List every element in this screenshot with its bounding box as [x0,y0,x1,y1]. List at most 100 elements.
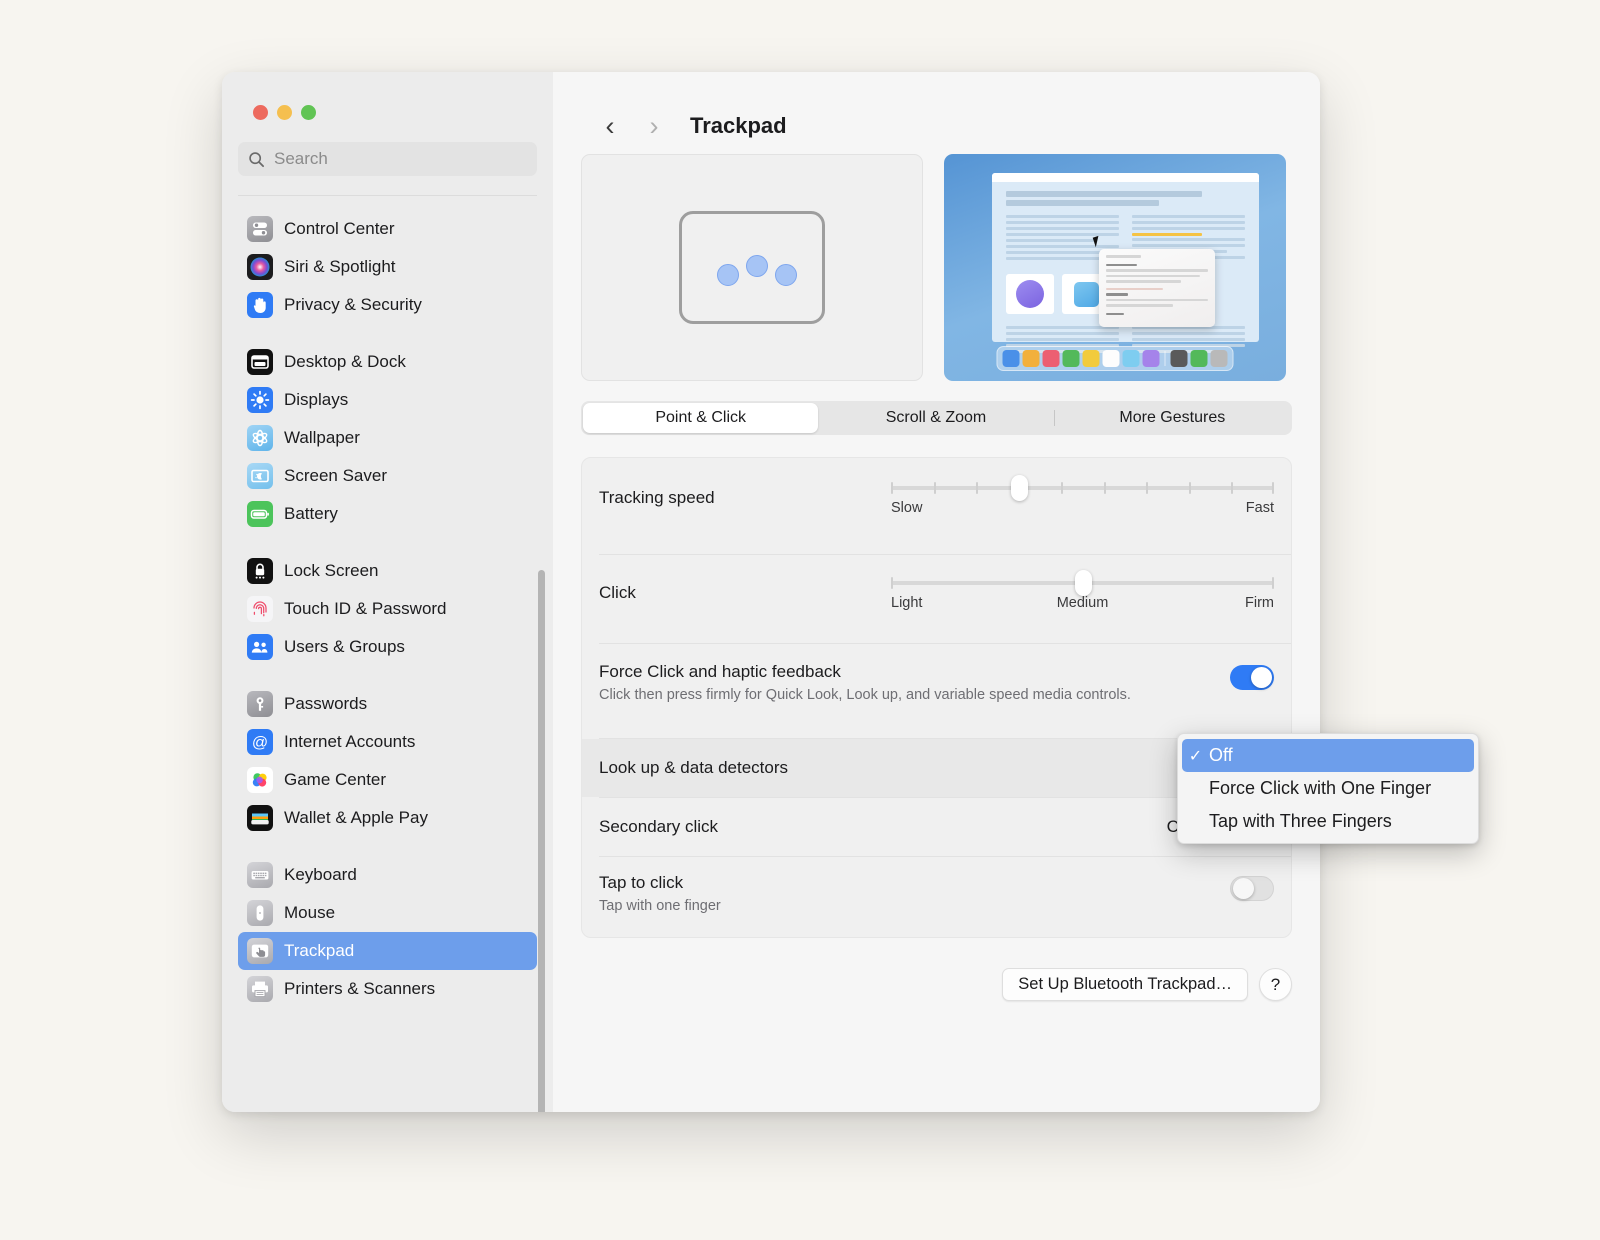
tab-more-gestures[interactable]: More Gestures [1055,403,1290,433]
sidebar-item-label: Internet Accounts [284,732,416,751]
sidebar-item-control-center[interactable]: Control Center [238,210,537,248]
sidebar: Search Control Center Siri & Spotlight P… [222,72,553,1112]
close-button[interactable] [253,105,268,120]
tracking-speed-slider[interactable]: Slow Fast [891,475,1275,528]
toggle-knob [1233,878,1254,899]
finger-dot [746,255,768,277]
sidebar-item-keyboard[interactable]: Keyboard [238,856,537,894]
row-tap-to-click: Tap to click Tap with one finger [582,857,1291,937]
sidebar-item-label: Mouse [284,903,336,922]
tracking-speed-label: Tracking speed [599,488,715,507]
look-up-preview-animation [944,154,1286,381]
sidebar-scrollbar[interactable] [538,570,545,1112]
sidebar-item-battery[interactable]: Battery [238,495,537,533]
sidebar-item-privacy-security[interactable]: Privacy & Security [238,286,537,324]
sidebar-item-label: Trackpad [284,941,355,960]
tab-label: More Gestures [1119,409,1226,426]
preview-dock [996,346,1234,371]
sidebar-item-trackpad[interactable]: Trackpad [238,932,537,970]
internet-accounts-icon: @ [247,729,273,755]
sidebar-item-passwords[interactable]: Passwords [238,685,537,723]
tab-point-and-click[interactable]: Point & Click [583,403,819,433]
tap-to-click-toggle[interactable] [1230,876,1274,901]
sidebar-item-wallpaper[interactable]: Wallpaper [238,419,537,457]
sidebar-item-printers-scanners[interactable]: Printers & Scanners [238,970,537,1008]
screen-saver-icon [247,463,273,489]
help-button[interactable]: ? [1259,968,1292,1001]
force-click-label: Force Click and haptic feedback [599,662,841,681]
svg-text:@: @ [252,735,268,752]
sidebar-item-users-groups[interactable]: Users & Groups [238,628,537,666]
slider-track[interactable] [891,475,1275,501]
search-input[interactable]: Search [238,142,537,176]
system-settings-window: Search Control Center Siri & Spotlight P… [222,72,1320,1112]
sidebar-item-lock-screen[interactable]: Lock Screen [238,552,537,590]
sidebar-item-label: Siri & Spotlight [284,257,396,276]
displays-icon [247,387,273,413]
sidebar-item-mouse[interactable]: Mouse [238,894,537,932]
footer-actions: Set Up Bluetooth Trackpad… ? [581,968,1292,1001]
slider-thumb[interactable] [1074,570,1092,596]
scale-max-label: Fast [1245,500,1274,516]
sidebar-item-label: Game Center [284,770,387,789]
printer-icon [247,976,273,1002]
sidebar-item-touch-id-password[interactable]: Touch ID & Password [238,590,537,628]
mouse-icon [247,900,273,926]
tab-scroll-and-zoom[interactable]: Scroll & Zoom [818,403,1053,433]
look-up-data-detectors-menu: ✓ Off Force Click with One Finger Tap wi… [1177,733,1479,844]
zoom-button[interactable] [301,105,316,120]
sidebar-group-3: Lock Screen Touch ID & Password Users & … [238,552,537,666]
row-tracking-speed: Tracking speed Slow Fast [582,458,1291,554]
trackpad-icon [247,938,273,964]
chevron-right-icon[interactable]: › [632,106,676,146]
sidebar-item-label: Touch ID & Password [284,599,447,618]
click-label: Click [599,583,636,602]
sidebar-item-label: Passwords [284,694,368,713]
scale-min-label: Slow [891,500,923,516]
sidebar-item-internet-accounts[interactable]: @ Internet Accounts [238,723,537,761]
preview-tile-circle [1006,274,1054,314]
secondary-click-label: Secondary click [599,817,719,836]
wallpaper-icon [247,425,273,451]
sidebar-item-label: Battery [284,504,338,523]
sidebar-item-siri-spotlight[interactable]: Siri & Spotlight [238,248,537,286]
sidebar-item-label: Wallet & Apple Pay [284,808,428,827]
sidebar-item-label: Lock Screen [284,561,379,580]
sidebar-item-displays[interactable]: Displays [238,381,537,419]
menu-item-force-click-one-finger[interactable]: Force Click with One Finger [1182,772,1474,805]
force-click-description: Click then press firmly for Quick Look, … [599,687,1131,703]
slider-track[interactable] [891,570,1275,596]
game-center-icon [247,767,273,793]
content-header: ‹ › Trackpad [581,72,1292,154]
sidebar-group-2: Desktop & Dock Displays Wallpaper Screen… [238,343,537,533]
sidebar-item-label: Control Center [284,219,395,238]
siri-icon [247,254,273,280]
sidebar-item-wallet-apple-pay[interactable]: Wallet & Apple Pay [238,799,537,837]
search-area: Search [222,120,553,196]
menu-item-tap-three-fingers[interactable]: Tap with Three Fingers [1182,805,1474,838]
checkmark-icon: ✓ [1188,747,1203,765]
keyboard-icon [247,862,273,888]
toggle-knob [1251,667,1272,688]
sidebar-item-label: Desktop & Dock [284,352,406,371]
desktop-dock-icon [247,349,273,375]
sidebar-item-screen-saver[interactable]: Screen Saver [238,457,537,495]
sidebar-item-game-center[interactable]: Game Center [238,761,537,799]
sidebar-nav: Control Center Siri & Spotlight Privacy … [222,196,553,1008]
search-placeholder: Search [274,149,328,168]
force-click-toggle[interactable] [1230,665,1274,690]
sidebar-item-label: Wallpaper [284,428,360,447]
sidebar-item-desktop-dock[interactable]: Desktop & Dock [238,343,537,381]
sidebar-item-label: Printers & Scanners [284,979,436,998]
slider-thumb[interactable] [1010,475,1028,501]
minimize-button[interactable] [277,105,292,120]
sidebar-group-1: Control Center Siri & Spotlight Privacy … [238,210,537,324]
click-slider[interactable]: Light Medium Firm [891,570,1275,623]
chevron-left-icon[interactable]: ‹ [588,106,632,146]
row-click: Click Light Medium Firm [582,555,1291,643]
sidebar-item-label: Screen Saver [284,466,387,485]
menu-item-off[interactable]: ✓ Off [1182,739,1474,772]
sidebar-item-label: Users & Groups [284,637,405,656]
setup-bluetooth-trackpad-button[interactable]: Set Up Bluetooth Trackpad… [1002,968,1248,1001]
scale-min-label: Light [891,595,923,611]
